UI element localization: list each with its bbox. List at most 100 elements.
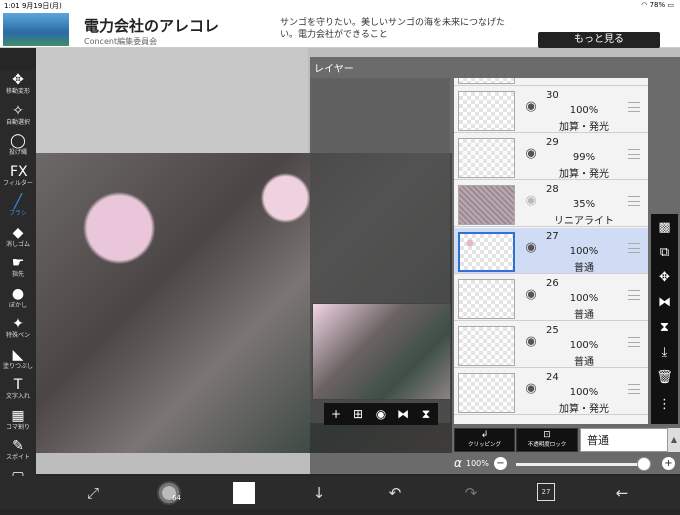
alpha-label: α — [454, 456, 462, 470]
layer-number: 28 — [546, 184, 559, 195]
opacity-slider[interactable] — [516, 463, 644, 466]
redo-icon[interactable]: ↷ — [460, 483, 482, 503]
bottom-toolbar: ⤢ 64 ↓ ↶ ↷ 27 ← — [0, 476, 680, 510]
add-layer-copy-icon[interactable]: ⊞ — [350, 406, 366, 422]
blend-mode-select[interactable]: 普通 — [580, 428, 668, 452]
layer-opacity: 99% — [572, 152, 596, 163]
tool-10[interactable]: T 文字入れ — [0, 375, 36, 407]
undo-icon[interactable]: ↶ — [384, 483, 406, 503]
opacity-minus-button[interactable]: − — [494, 457, 507, 470]
drag-handle-icon[interactable] — [628, 196, 640, 206]
tool-label: ブラシ — [9, 210, 27, 217]
drag-handle-icon[interactable] — [628, 384, 640, 394]
ad-description: サンゴを守りたい。美しいサンゴの海を未来につなげたい。電力会社ができること — [280, 18, 506, 40]
layer-row-27[interactable]: ◉ 27 100% 普通 — [454, 228, 648, 274]
tool-9[interactable]: ◣ 塗りつぶし — [0, 345, 36, 377]
tool-label: ぼかし — [8, 301, 27, 309]
tool-11[interactable]: ▦ コマ割り — [0, 406, 36, 438]
drag-handle-icon[interactable] — [628, 102, 640, 112]
move-icon[interactable]: ✥ — [654, 268, 675, 288]
layer-row-partial[interactable] — [454, 78, 648, 86]
layer-opacity: 100% — [569, 246, 599, 257]
tool-label: 特殊ペン — [5, 332, 30, 339]
flip-vertical-icon[interactable]: ⧗ — [418, 406, 434, 422]
brush-size-indicator[interactable]: 64 — [157, 481, 181, 505]
tool-3[interactable]: FX フィルター — [0, 162, 36, 194]
tool-icon: ✎ — [12, 438, 24, 454]
trash-icon[interactable]: 🗑 — [654, 368, 675, 388]
layer-blend-mode: 加算・発光 — [559, 404, 609, 415]
canvas-preview-thumbnail — [312, 303, 451, 400]
tool-6[interactable]: ☛ 指先 — [0, 253, 36, 285]
layer-number: 27 — [546, 231, 559, 242]
add-layer-icon[interactable]: + — [328, 406, 344, 422]
layer-list[interactable]: ◉ 30 100% 加算・発光 ◉ 29 99% 加算・発光 ◉ 28 35% リニアライト ◉ 27 10… — [454, 78, 648, 424]
drag-handle-icon[interactable] — [628, 243, 640, 253]
drag-handle-icon[interactable] — [628, 290, 640, 300]
layer-blend-mode: リニアライト — [554, 216, 614, 227]
eye-icon[interactable]: ◉ — [521, 382, 541, 396]
tool-label: スポイト — [5, 454, 30, 461]
tool-7[interactable]: ● ぼかし — [0, 284, 36, 316]
layer-opacity: 100% — [569, 293, 599, 304]
tool-0[interactable]: ✥ 移動変形 — [0, 70, 36, 102]
tool-icon: ▦ — [11, 407, 25, 424]
arrow-down-icon[interactable]: ↓ — [308, 483, 330, 503]
opacity-row: α 100% − + — [454, 455, 680, 473]
layer-opacity: 100% — [569, 340, 599, 351]
tool-icon: ╱ — [13, 194, 23, 210]
eye-icon[interactable]: ◉ — [521, 288, 541, 302]
layer-blend-mode: 加算・発光 — [559, 122, 609, 133]
layer-row-24[interactable]: ◉ 24 100% 加算・発光 — [454, 369, 648, 415]
caret-up-icon[interactable]: ▲ — [668, 428, 680, 452]
clipping-button[interactable]: ↲ クリッピング — [454, 428, 515, 452]
drag-handle-icon[interactable] — [628, 149, 640, 159]
layer-row-26[interactable]: ◉ 26 100% 普通 — [454, 275, 648, 321]
drag-handle-icon[interactable] — [628, 337, 640, 347]
checkerboard-icon[interactable]: ▩ — [654, 218, 675, 238]
canvas-margin — [36, 48, 308, 153]
tool-icon: ✧ — [12, 102, 24, 119]
layers-button[interactable]: 27 — [537, 483, 555, 501]
layer-number: 29 — [546, 137, 559, 148]
flip-layer-horizontal-icon[interactable]: ⧓ — [654, 293, 675, 313]
lock-icon: ⊡ — [543, 430, 551, 440]
ad-subtitle: Concent編集委員会 — [84, 37, 158, 46]
tool-1[interactable]: ✧ 自動選択 — [0, 101, 36, 133]
tool-label: 消しゴム — [5, 240, 30, 248]
ad-banner[interactable]: 電力会社のアレコレ Concent編集委員会 サンゴを守りたい。美しいサンゴの海… — [0, 11, 680, 48]
back-arrow-icon[interactable]: ← — [611, 483, 633, 503]
ad-image — [3, 13, 69, 46]
eye-icon[interactable]: ◉ — [521, 194, 541, 208]
layer-thumbnail — [458, 91, 515, 131]
flip-horizontal-icon[interactable]: ⧓ — [395, 406, 411, 422]
tool-2[interactable]: ◯ 投げ縄 — [0, 131, 36, 163]
transform-icon[interactable]: ⤢ — [82, 483, 104, 503]
alpha-value: 100% — [466, 459, 489, 468]
tool-5[interactable]: ◆ 消しゴム — [0, 223, 36, 255]
opacity-plus-button[interactable]: + — [662, 457, 675, 470]
tool-8[interactable]: ✦ 特殊ペン — [0, 314, 36, 346]
tool-icon: ◯ — [10, 133, 26, 149]
alpha-lock-button[interactable]: ⊡ 不透明度ロック — [516, 428, 578, 452]
eye-icon[interactable]: ◉ — [521, 335, 541, 349]
layer-row-28[interactable]: ◉ 28 35% リニアライト — [454, 181, 648, 227]
more-options-icon[interactable]: ⋮ — [654, 395, 675, 415]
eye-icon[interactable]: ◉ — [521, 147, 541, 161]
eye-icon[interactable]: ◉ — [521, 100, 541, 114]
select-transform-icon[interactable]: ⧉ — [654, 243, 675, 263]
layer-row-25[interactable]: ◉ 25 100% 普通 — [454, 322, 648, 368]
eye-icon[interactable]: ◉ — [521, 241, 541, 255]
tool-4[interactable]: ╱ ブラシ — [0, 192, 36, 224]
layer-row-30[interactable]: ◉ 30 100% 加算・発光 — [454, 87, 648, 133]
ad-more-button[interactable]: もっと見る — [538, 32, 660, 48]
tool-12[interactable]: ✎ スポイト — [0, 436, 36, 468]
layer-number: 24 — [546, 372, 559, 383]
merge-down-icon[interactable]: ⤓ — [654, 343, 675, 363]
opacity-slider-thumb[interactable] — [637, 457, 651, 471]
layer-row-29[interactable]: ◉ 29 99% 加算・発光 — [454, 134, 648, 180]
color-picker[interactable] — [233, 482, 255, 504]
layer-blend-mode: 普通 — [574, 263, 594, 274]
flip-layer-vertical-icon[interactable]: ⧗ — [654, 318, 675, 338]
camera-icon[interactable]: ◉ — [373, 406, 389, 422]
